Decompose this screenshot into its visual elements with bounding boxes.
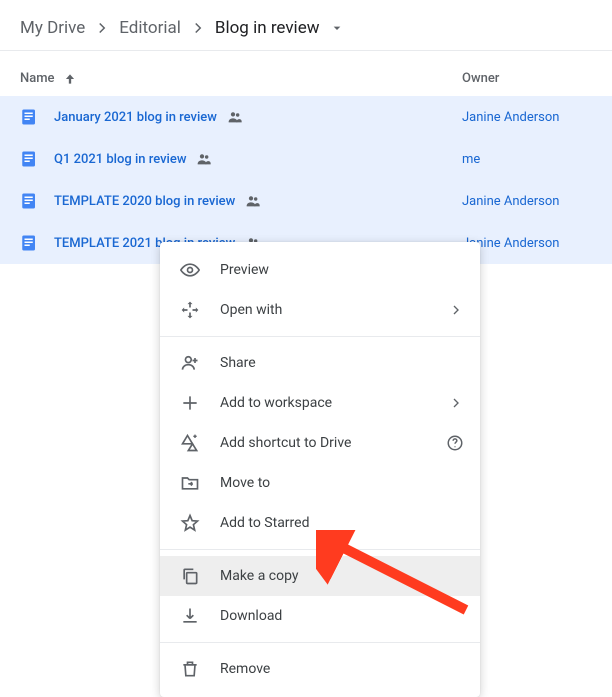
file-list: January 2021 blog in review Janine Ander… — [0, 96, 612, 264]
menu-item-add-starred[interactable]: Add to Starred — [160, 503, 480, 543]
breadcrumb-item-current[interactable]: Blog in review — [215, 18, 320, 38]
menu-label: Add shortcut to Drive — [220, 435, 426, 451]
menu-label: Download — [220, 608, 464, 624]
caret-down-icon[interactable] — [329, 20, 345, 36]
file-name-label: Q1 2021 blog in review — [54, 152, 186, 167]
open-with-icon — [180, 300, 200, 320]
menu-label: Open with — [220, 302, 428, 318]
menu-item-remove[interactable]: Remove — [160, 649, 480, 689]
shared-icon — [245, 193, 261, 209]
menu-label: Make a copy — [220, 568, 464, 584]
file-name-label: TEMPLATE 2020 blog in review — [54, 194, 235, 209]
star-icon — [180, 513, 200, 533]
docs-icon — [20, 234, 38, 252]
docs-icon — [20, 150, 38, 168]
divider — [160, 336, 480, 337]
menu-label: Share — [220, 355, 464, 371]
column-header-name[interactable]: Name — [20, 71, 462, 86]
divider — [160, 642, 480, 643]
owner-header-label: Owner — [462, 71, 499, 86]
menu-label: Remove — [220, 661, 464, 677]
file-owner: Janine Anderson — [462, 194, 592, 209]
drive-shortcut-icon — [180, 433, 200, 453]
chevron-right-icon — [93, 19, 111, 37]
menu-item-add-shortcut[interactable]: Add shortcut to Drive — [160, 423, 480, 463]
help-icon — [446, 434, 464, 452]
table-row[interactable]: Q1 2021 blog in review me — [0, 138, 612, 180]
docs-icon — [20, 192, 38, 210]
table-row[interactable]: TEMPLATE 2020 blog in review Janine Ande… — [0, 180, 612, 222]
context-menu: Preview Open with Share Add to workspace… — [160, 242, 480, 697]
column-header-owner[interactable]: Owner — [462, 71, 592, 86]
menu-item-openwith[interactable]: Open with — [160, 290, 480, 330]
chevron-right-icon — [189, 19, 207, 37]
name-header-label: Name — [20, 71, 55, 86]
menu-item-move-to[interactable]: Move to — [160, 463, 480, 503]
shared-icon — [227, 109, 243, 125]
menu-item-add-workspace[interactable]: Add to workspace — [160, 383, 480, 423]
menu-item-share[interactable]: Share — [160, 343, 480, 383]
chevron-right-icon — [448, 395, 464, 411]
shared-icon — [196, 151, 212, 167]
menu-label: Add to workspace — [220, 395, 428, 411]
chevron-right-icon — [448, 302, 464, 318]
menu-item-download[interactable]: Download — [160, 596, 480, 636]
table-header: Name Owner — [0, 51, 612, 96]
breadcrumb-item-editorial[interactable]: Editorial — [119, 18, 181, 38]
menu-label: Add to Starred — [220, 515, 464, 531]
person-add-icon — [180, 353, 200, 373]
sort-arrow-up-icon — [63, 72, 77, 86]
eye-icon — [180, 260, 200, 280]
copy-icon — [180, 566, 200, 586]
download-icon — [180, 606, 200, 626]
divider — [160, 549, 480, 550]
plus-icon — [180, 393, 200, 413]
breadcrumb-item-mydrive[interactable]: My Drive — [20, 18, 85, 38]
docs-icon — [20, 108, 38, 126]
table-row[interactable]: January 2021 blog in review Janine Ander… — [0, 96, 612, 138]
file-owner: Janine Anderson — [462, 236, 592, 251]
menu-label: Move to — [220, 475, 464, 491]
menu-label: Preview — [220, 262, 464, 278]
file-owner: me — [462, 152, 592, 167]
file-owner: Janine Anderson — [462, 110, 592, 125]
folder-move-icon — [180, 473, 200, 493]
file-name-label: January 2021 blog in review — [54, 110, 217, 125]
menu-item-make-copy[interactable]: Make a copy — [160, 556, 480, 596]
trash-icon — [180, 659, 200, 679]
breadcrumb: My Drive Editorial Blog in review — [0, 0, 612, 51]
menu-item-preview[interactable]: Preview — [160, 250, 480, 290]
